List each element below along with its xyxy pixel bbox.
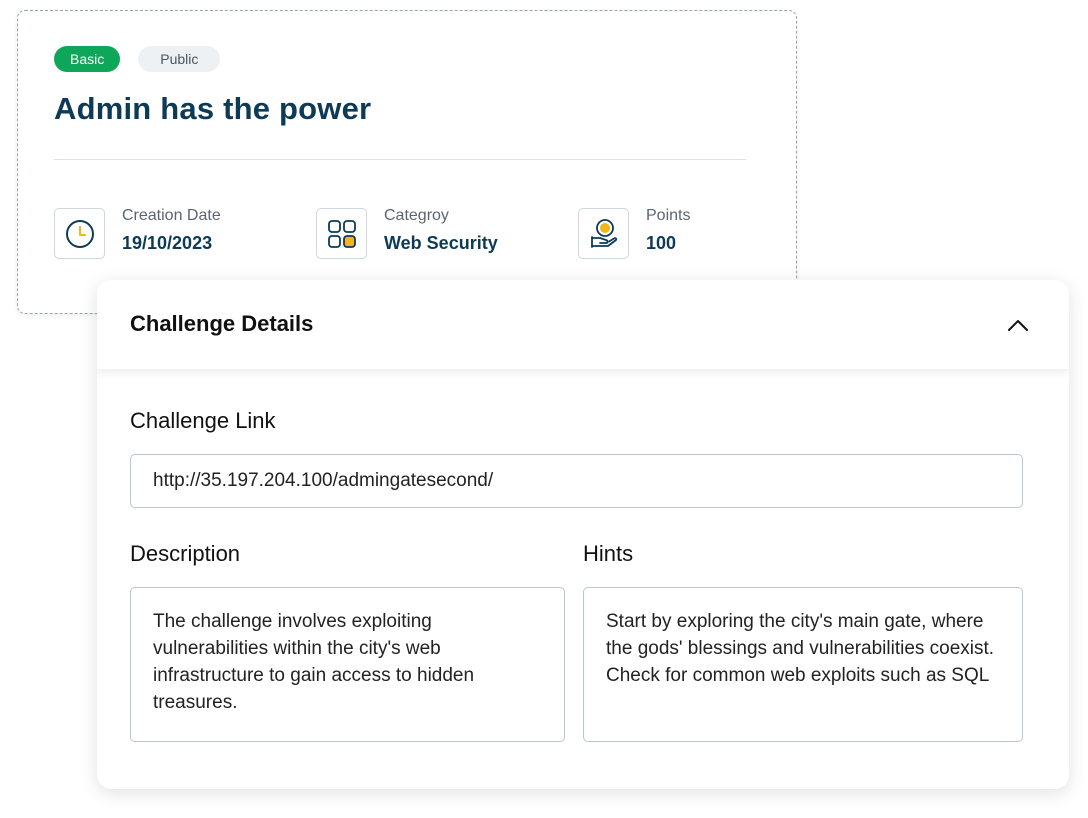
category-grid-icon [316, 208, 367, 259]
challenge-title: Admin has the power [54, 91, 372, 126]
meta-creation-date: Creation Date 19/10/2023 [54, 207, 221, 259]
clock-icon [54, 208, 105, 259]
badge-row: Basic Public [54, 46, 221, 72]
visibility-badge: Public [138, 46, 221, 72]
points-label: Points [646, 207, 691, 224]
divider [54, 159, 746, 160]
meta-category: Categroy Web Security [316, 207, 498, 259]
challenge-link-label: Challenge Link [130, 408, 276, 433]
hints-label: Hints [583, 541, 634, 566]
category-label: Categroy [384, 207, 449, 224]
challenge-link-field[interactable] [130, 454, 1023, 508]
coin-hand-icon [578, 208, 629, 259]
chevron-up-icon [1008, 320, 1028, 331]
meta-points: Points 100 [578, 207, 691, 259]
challenge-summary-card: Basic Public Admin has the power Creatio… [17, 10, 797, 314]
challenge-details-panel: Challenge Details Challenge Link Descrip… [97, 280, 1069, 789]
creation-date-label: Creation Date [122, 207, 221, 224]
description-label: Description [130, 541, 241, 566]
points-value: 100 [646, 233, 677, 253]
description-textbox[interactable]: The challenge involves exploiting vulner… [130, 587, 565, 742]
creation-date-value: 19/10/2023 [122, 233, 213, 253]
panel-header[interactable]: Challenge Details [97, 280, 1069, 369]
panel-title: Challenge Details [130, 311, 314, 336]
collapse-button[interactable] [1003, 310, 1033, 340]
level-badge: Basic [54, 46, 121, 72]
hints-textbox[interactable]: Start by exploring the city's main gate,… [583, 587, 1023, 742]
category-value: Web Security [384, 233, 498, 253]
